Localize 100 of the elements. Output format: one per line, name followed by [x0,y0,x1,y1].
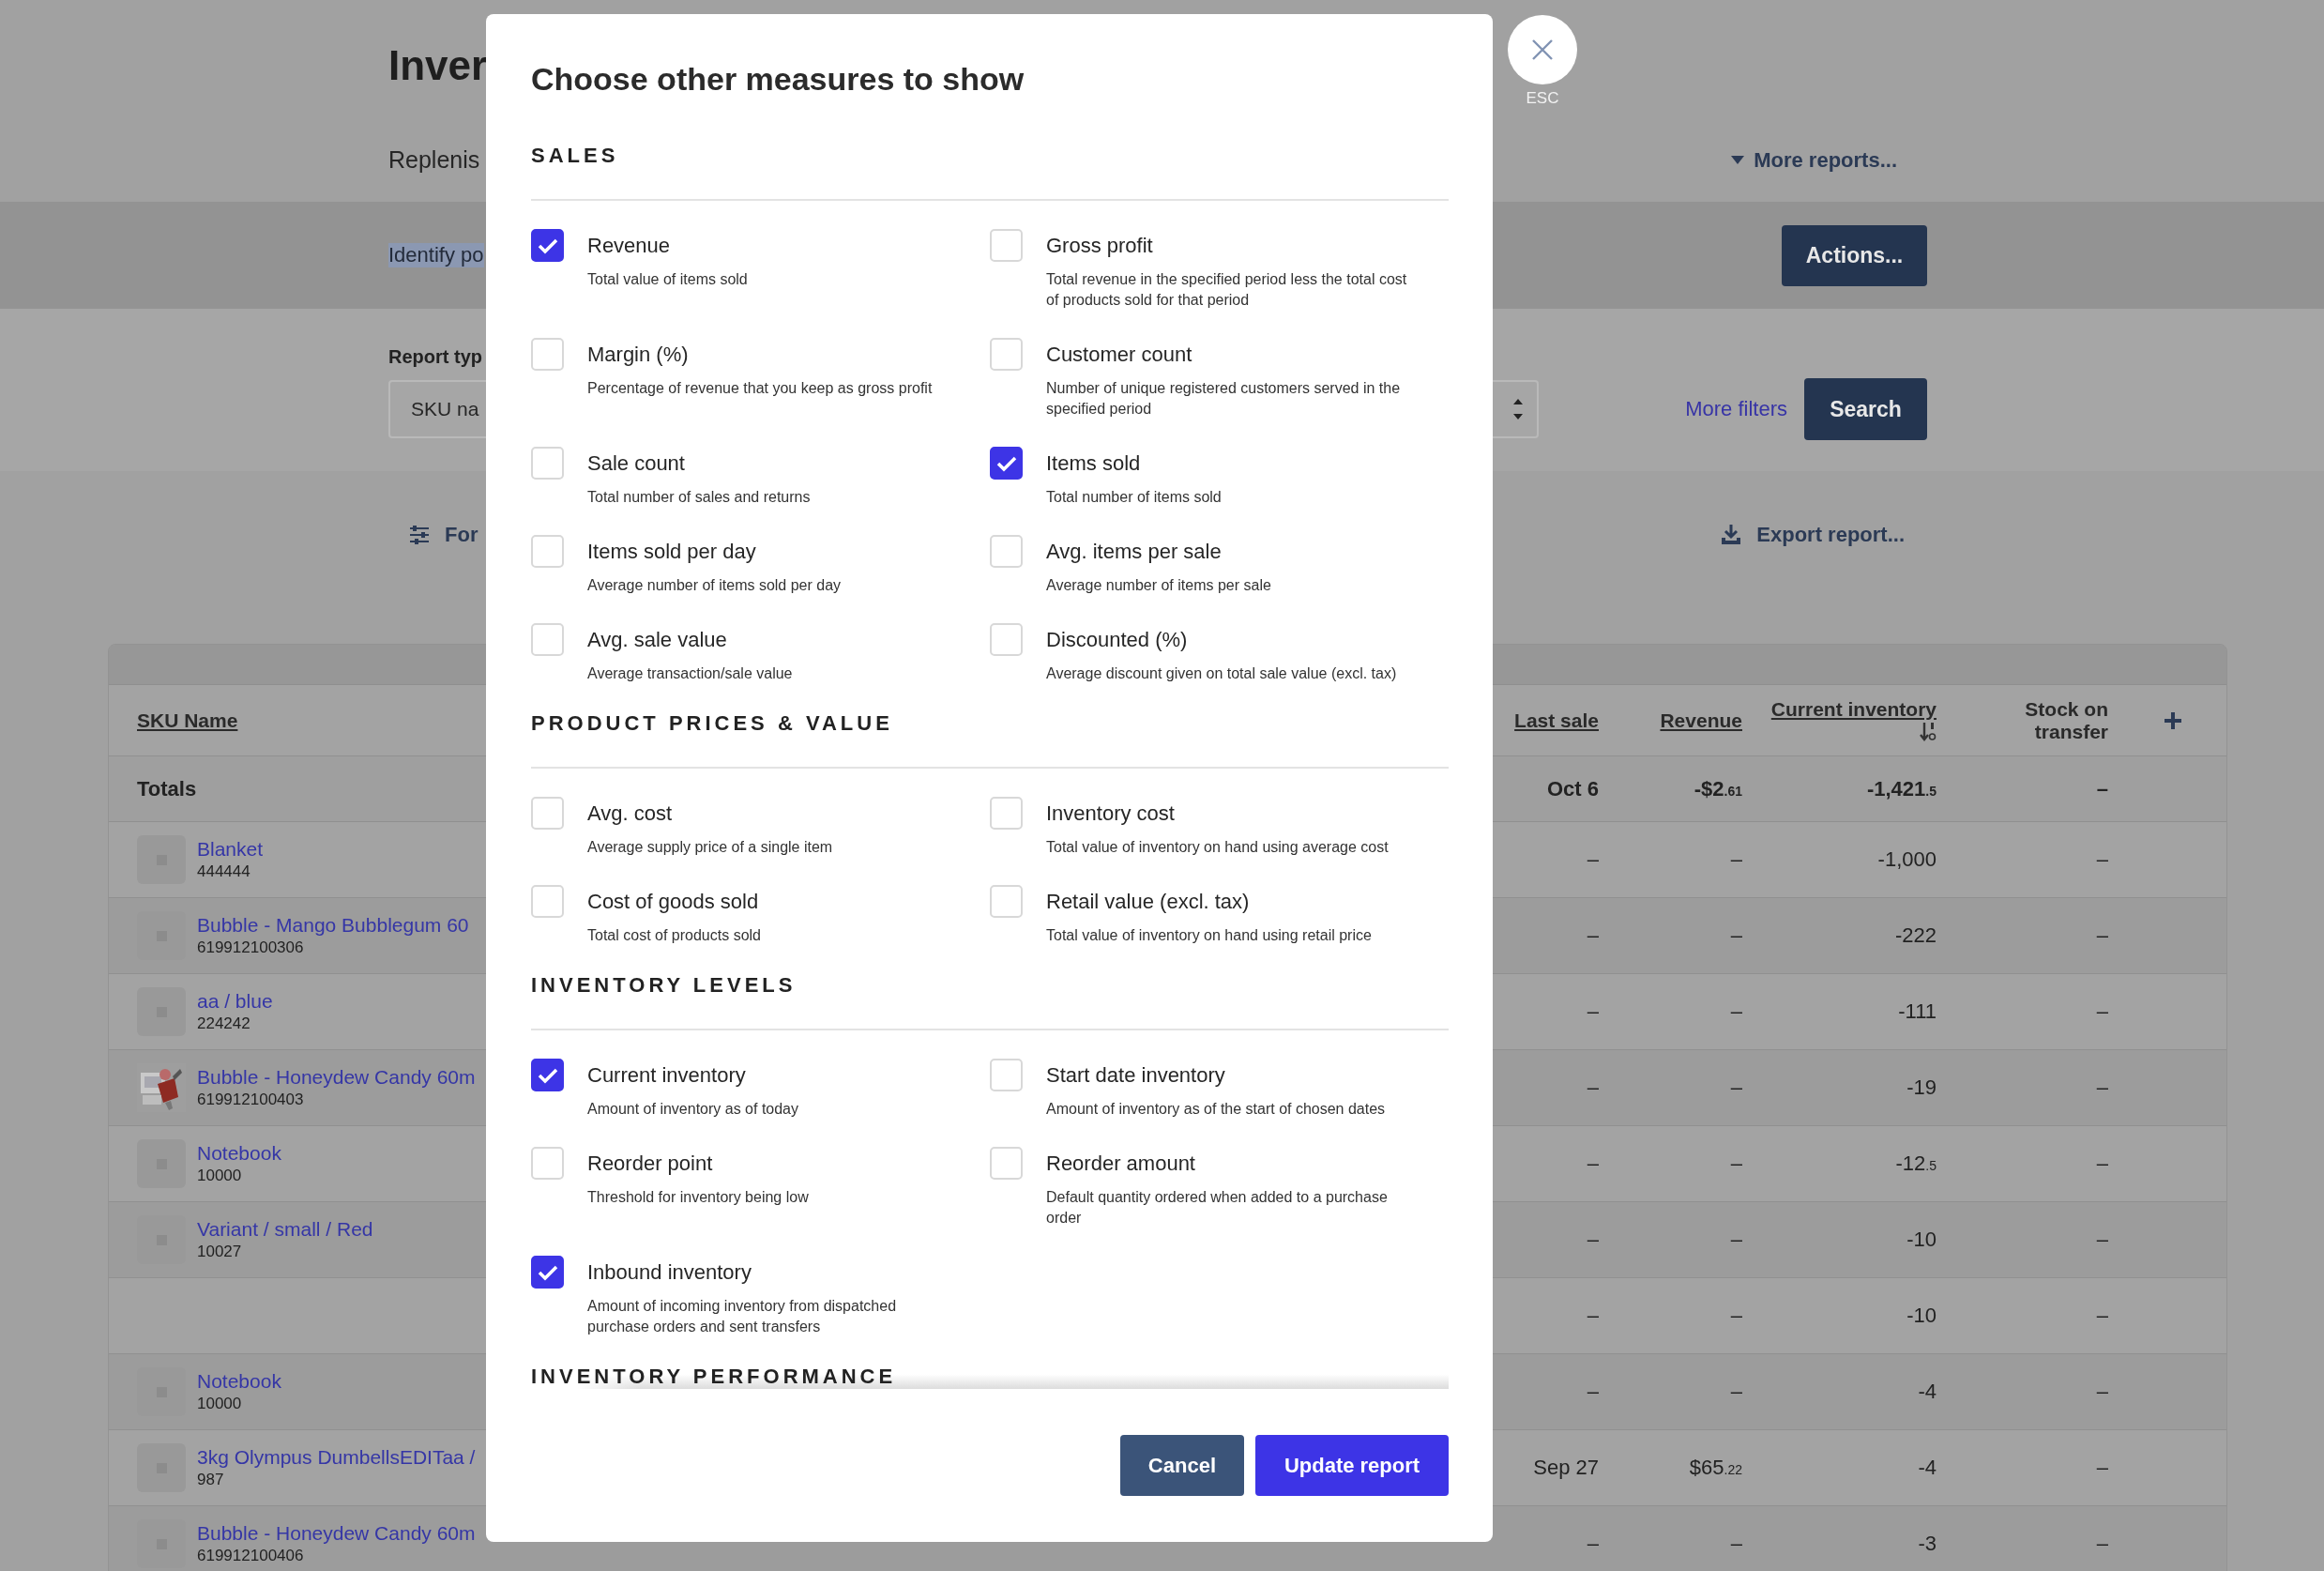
format-button[interactable]: For [409,523,478,547]
amount: – [1730,1075,1742,1099]
table-cell: – [2096,847,2108,871]
measure-description: Percentage of revenue that you keep as gross profit [587,379,934,398]
export-button[interactable]: Export report... [1721,523,1905,547]
actions-button[interactable]: Actions... [1782,224,1927,286]
checkbox[interactable] [531,1256,564,1289]
column-header[interactable]: Last sale [1514,709,1599,732]
measure-description: Average number of items per sale [1046,576,1272,595]
amount: -19 [1906,1075,1937,1099]
measure-label[interactable]: Avg. cost [587,797,952,830]
table-cell: – [2096,999,2108,1023]
measure-label[interactable]: Inventory cost [1046,797,1411,830]
measure-label[interactable]: Reorder amount [1046,1147,1411,1180]
amount: – [1730,999,1742,1023]
column-header[interactable]: Current inventory [1770,697,1937,721]
measure-description: Default quantity ordered when added to a purchase order [1046,1188,1389,1228]
table-cell: – [2096,1380,2108,1403]
measure-label[interactable]: Start date inventory [1046,1059,1411,1091]
amount: -12.5 [1895,1152,1937,1175]
checkmark-icon [537,1263,558,1281]
amount: – [1730,1152,1742,1175]
amount: -1,000 [1877,847,1937,871]
measure-label[interactable]: Inbound inventory [587,1256,952,1289]
more-reports-link[interactable]: More reports... [1731,147,1897,173]
measure-description: Average supply price of a single item [587,838,834,857]
column-header[interactable]: Revenue [1660,709,1742,732]
sku-code: 444444 [197,862,251,882]
sku-code: 10027 [197,1242,243,1262]
column-header: Stock on transfer [2024,697,2108,743]
amount: – [1730,1380,1742,1403]
amount: -1,421.5 [1866,776,1937,801]
checkmark-icon [537,1066,558,1084]
amount: -10 [1906,1304,1937,1327]
column-header[interactable]: SKU Name [137,709,238,732]
measure-label[interactable]: Revenue [587,229,952,262]
product-link[interactable]: 3kg Olympus DumbellsEDITaa / [197,1445,476,1470]
table-cell: – [2096,1228,2108,1251]
add-column-icon[interactable] [2164,710,2182,730]
measure-label[interactable]: Avg. sale value [587,623,952,656]
report-name: Replenis [388,146,480,174]
amount: -4 [1918,1380,1937,1403]
measure-label[interactable]: Avg. items per sale [1046,535,1411,568]
checkbox[interactable] [531,1059,564,1091]
report-description: Identify po [388,243,484,267]
table-cell: Oct 6 [1546,776,1599,801]
measure-description: Total cost of products sold [587,926,762,945]
measure-description: Average number of items sold per day [587,576,843,595]
measure-label[interactable]: Gross profit [1046,229,1411,262]
table-cell: – [1587,999,1599,1023]
table-cell: – [2096,1456,2108,1479]
checkbox[interactable] [531,229,564,262]
measure-description: Average transaction/sale value [587,664,794,683]
amount: -10 [1906,1228,1937,1251]
update-button[interactable]: Update report [1255,1435,1449,1496]
checkbox[interactable] [990,447,1023,480]
section-heading: INVENTORY LEVELS [531,973,1449,1030]
measure-label[interactable]: Discounted (%) [1046,623,1411,656]
shortcut-hint: ESC [1525,89,1560,108]
measure-description: Total value of items sold [587,270,749,289]
amount: $65.22 [1689,1456,1742,1479]
amount: – [1730,1228,1742,1251]
caret-icon [1731,156,1745,164]
sku-code: 619912100306 [197,938,305,958]
sku-code: 10000 [197,1166,243,1186]
product-link[interactable]: Notebook [197,1141,281,1166]
field-label: Report typ [388,345,482,369]
table-cell: – [1587,1228,1599,1251]
measure-label[interactable]: Customer count [1046,338,1411,371]
sku-code: 619912100403 [197,1090,305,1110]
amount: – [1730,923,1742,947]
amount: -111 [1898,999,1937,1023]
cancel-button[interactable]: Cancel [1119,1435,1244,1496]
measure-label[interactable]: Sale count [587,447,952,480]
measure-description: Total number of items sold [1046,488,1223,507]
measure-label[interactable]: Margin (%) [587,338,952,371]
more-filters-link[interactable]: More filters [1685,397,1787,421]
sliders-icon [409,526,430,544]
measure-label[interactable]: Reorder point [587,1147,952,1180]
download-icon [1721,525,1742,545]
measure-description: Threshold for inventory being low [587,1188,810,1207]
measure-description: Amount of inventory as of the start of chosen dates [1046,1100,1387,1119]
sku-code: 10000 [197,1394,243,1414]
sku-code: 619912100406 [197,1546,305,1566]
amount: – [1730,1532,1742,1555]
totals-label: Totals [137,776,197,801]
dialog-title: Choose other measures to show [531,60,1025,99]
product-link[interactable]: Blanket [197,837,264,862]
amount: -222 [1894,923,1937,947]
measure-label[interactable]: Items sold [1046,447,1411,480]
search-button[interactable]: Search [1804,378,1927,440]
table-cell: – [1587,1152,1599,1175]
measure-label[interactable]: Retail value (excl. tax) [1046,885,1411,918]
product-link[interactable]: aa / blue [197,989,273,1014]
measure-description: Average discount given on total sale value (excl. tax) [1046,664,1398,683]
measure-label[interactable]: Cost of goods sold [587,885,952,918]
table-cell: – [1587,847,1599,871]
measure-description: Number of unique registered customers served in the specified period [1046,379,1402,419]
measure-label[interactable]: Current inventory [587,1059,952,1091]
measure-label[interactable]: Items sold per day [587,535,952,568]
